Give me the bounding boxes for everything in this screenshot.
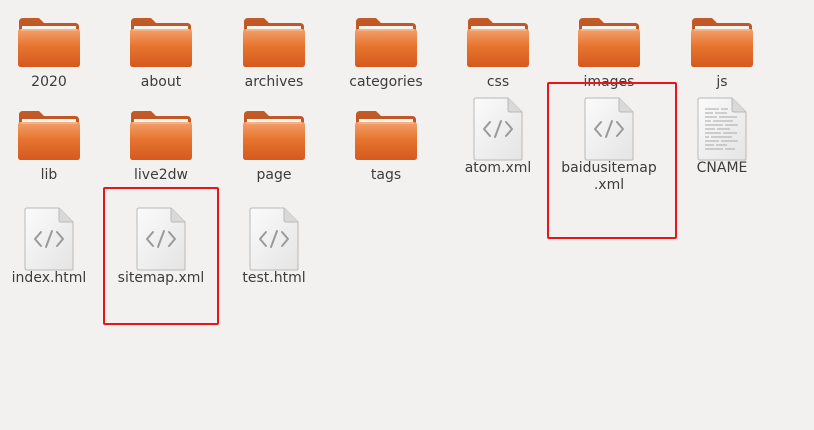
file-label: sitemap.xml bbox=[117, 270, 205, 286]
folder-categories[interactable]: categories bbox=[331, 4, 441, 104]
folder-images[interactable]: images bbox=[554, 4, 664, 104]
file-index-html[interactable]: index.html bbox=[0, 207, 104, 307]
folder-label: css bbox=[486, 74, 510, 90]
folder-icon bbox=[129, 16, 193, 68]
file-label: CNAME bbox=[696, 160, 748, 176]
folder-label: page bbox=[256, 167, 292, 183]
file-baidusitemap-xml[interactable]: baidusitemap .xml bbox=[554, 97, 664, 197]
folder-icon bbox=[466, 16, 530, 68]
text-file-icon bbox=[697, 97, 747, 161]
file-test-html[interactable]: test.html bbox=[219, 207, 329, 307]
code-file-icon bbox=[584, 97, 634, 161]
folder-tags[interactable]: tags bbox=[331, 97, 441, 197]
folder-label: images bbox=[583, 74, 635, 90]
folder-icon bbox=[690, 16, 754, 68]
code-file-icon bbox=[473, 97, 523, 161]
code-file-icon bbox=[249, 207, 299, 271]
folder-label: about bbox=[140, 74, 182, 90]
file-label: test.html bbox=[242, 270, 306, 286]
folder-label: lib bbox=[40, 167, 58, 183]
folder-about[interactable]: about bbox=[106, 4, 216, 104]
file-sitemap-xml[interactable]: sitemap.xml bbox=[106, 207, 216, 307]
folder-css[interactable]: css bbox=[443, 4, 553, 104]
folder-icon bbox=[354, 109, 418, 161]
folder-icon bbox=[242, 16, 306, 68]
folder-js[interactable]: js bbox=[667, 4, 777, 104]
folder-icon bbox=[17, 109, 81, 161]
folder-2020[interactable]: 2020 bbox=[0, 4, 104, 104]
code-file-icon bbox=[136, 207, 186, 271]
folder-label: live2dw bbox=[134, 167, 188, 183]
folder-archives[interactable]: archives bbox=[219, 4, 329, 104]
file-browser-view: 2020 about archives categories css image… bbox=[0, 0, 814, 430]
folder-lib[interactable]: lib bbox=[0, 97, 104, 197]
file-label: index.html bbox=[11, 270, 87, 286]
file-label: atom.xml bbox=[464, 160, 532, 176]
folder-icon bbox=[242, 109, 306, 161]
folder-live2dw[interactable]: live2dw bbox=[106, 97, 216, 197]
folder-label: categories bbox=[349, 74, 423, 90]
code-file-icon bbox=[24, 207, 74, 271]
folder-label: js bbox=[716, 74, 728, 90]
folder-label: 2020 bbox=[31, 74, 67, 90]
file-atom-xml[interactable]: atom.xml bbox=[443, 97, 553, 197]
folder-icon bbox=[129, 109, 193, 161]
folder-icon bbox=[354, 16, 418, 68]
folder-label: archives bbox=[244, 74, 304, 90]
folder-icon bbox=[577, 16, 641, 68]
file-label: baidusitemap .xml bbox=[561, 160, 657, 193]
folder-label: tags bbox=[370, 167, 402, 183]
file-cname[interactable]: CNAME bbox=[667, 97, 777, 197]
folder-page[interactable]: page bbox=[219, 97, 329, 197]
folder-icon bbox=[17, 16, 81, 68]
